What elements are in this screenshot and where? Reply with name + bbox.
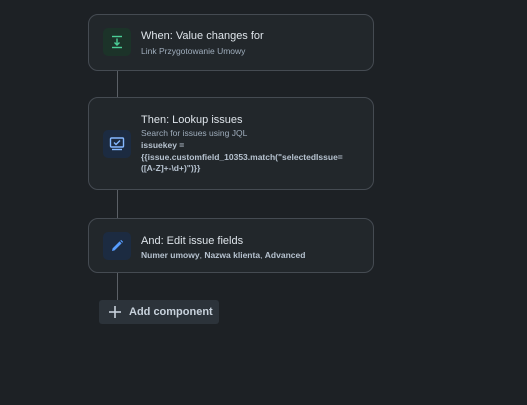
edit-icon-box [103,232,131,260]
lookup-issues-icon [109,137,125,151]
edit-field: Numer umowy [141,250,200,260]
edit-field: Nazwa klienta [204,250,261,260]
edit-field: Advanced [264,250,306,260]
connector-line [117,190,118,218]
lookup-subtitle: Search for issues using JQL [141,128,248,138]
jql-line: ([A-Z]+-\d+)")}} [141,163,201,173]
field-value-changed-icon [112,35,122,49]
connector-line [117,273,118,300]
jql-line: {{issue.customfield_10353.match("selecte… [141,151,343,162]
add-component-button[interactable]: Add component [99,300,219,324]
trigger-card[interactable]: When: Value changes for Link Przygotowan… [88,14,374,71]
trigger-title: When: Value changes for [141,30,264,42]
lookup-issues-card[interactable]: Then: Lookup issues Search for issues us… [88,97,374,190]
edit-title: And: Edit issue fields [141,235,244,247]
trigger-icon-box [103,28,131,56]
pencil-icon [112,239,124,251]
jql-line: issuekey = [141,140,185,150]
edit-fields: Numer umowy, Nazwa klienta, Advanced [141,250,363,262]
add-component-label: Add component [129,306,213,318]
trigger-field: Link Przygotowanie Umowy [141,46,246,56]
connector-line [117,70,118,97]
edit-issue-card[interactable]: And: Edit issue fields Numer umowy, Nazw… [88,218,374,273]
plus-icon [109,306,121,318]
lookup-title: Then: Lookup issues [141,114,243,126]
lookup-icon-box [103,130,131,158]
